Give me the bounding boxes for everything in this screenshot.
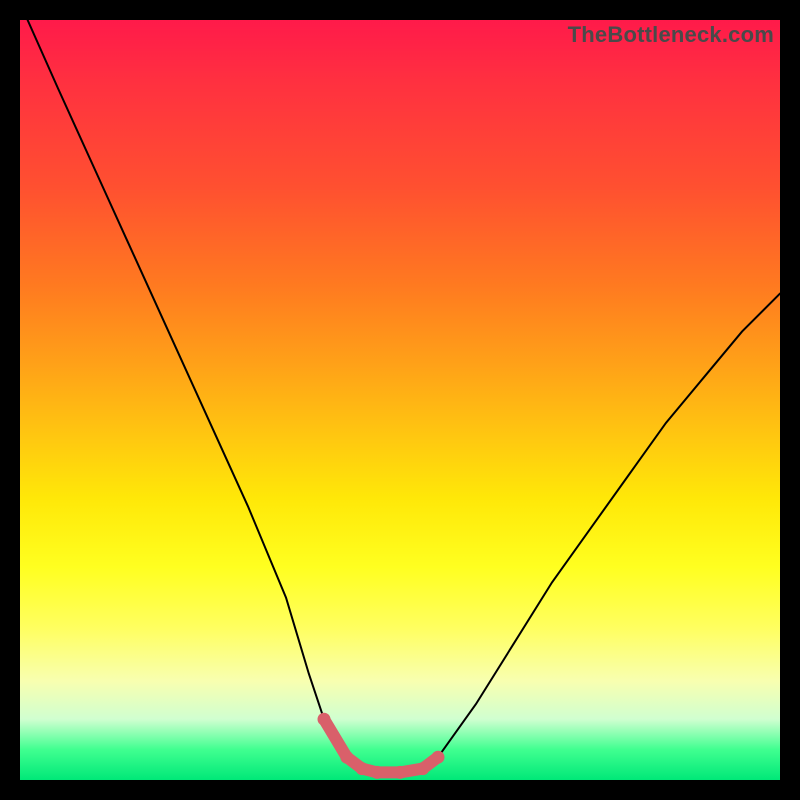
plot-area: TheBottleneck.com — [20, 20, 780, 780]
chart-frame: TheBottleneck.com — [0, 0, 800, 800]
bottleneck-curve-path — [28, 20, 780, 772]
optimal-zone-dot — [394, 766, 407, 779]
optimal-zone-dot — [318, 713, 331, 726]
optimal-zone-dot — [356, 762, 369, 775]
curve-layer — [20, 20, 780, 780]
optimal-zone-dot — [340, 751, 353, 764]
optimal-zone-dot — [371, 766, 384, 779]
optimal-zone-dot — [416, 762, 429, 775]
optimal-zone-dot — [432, 751, 445, 764]
